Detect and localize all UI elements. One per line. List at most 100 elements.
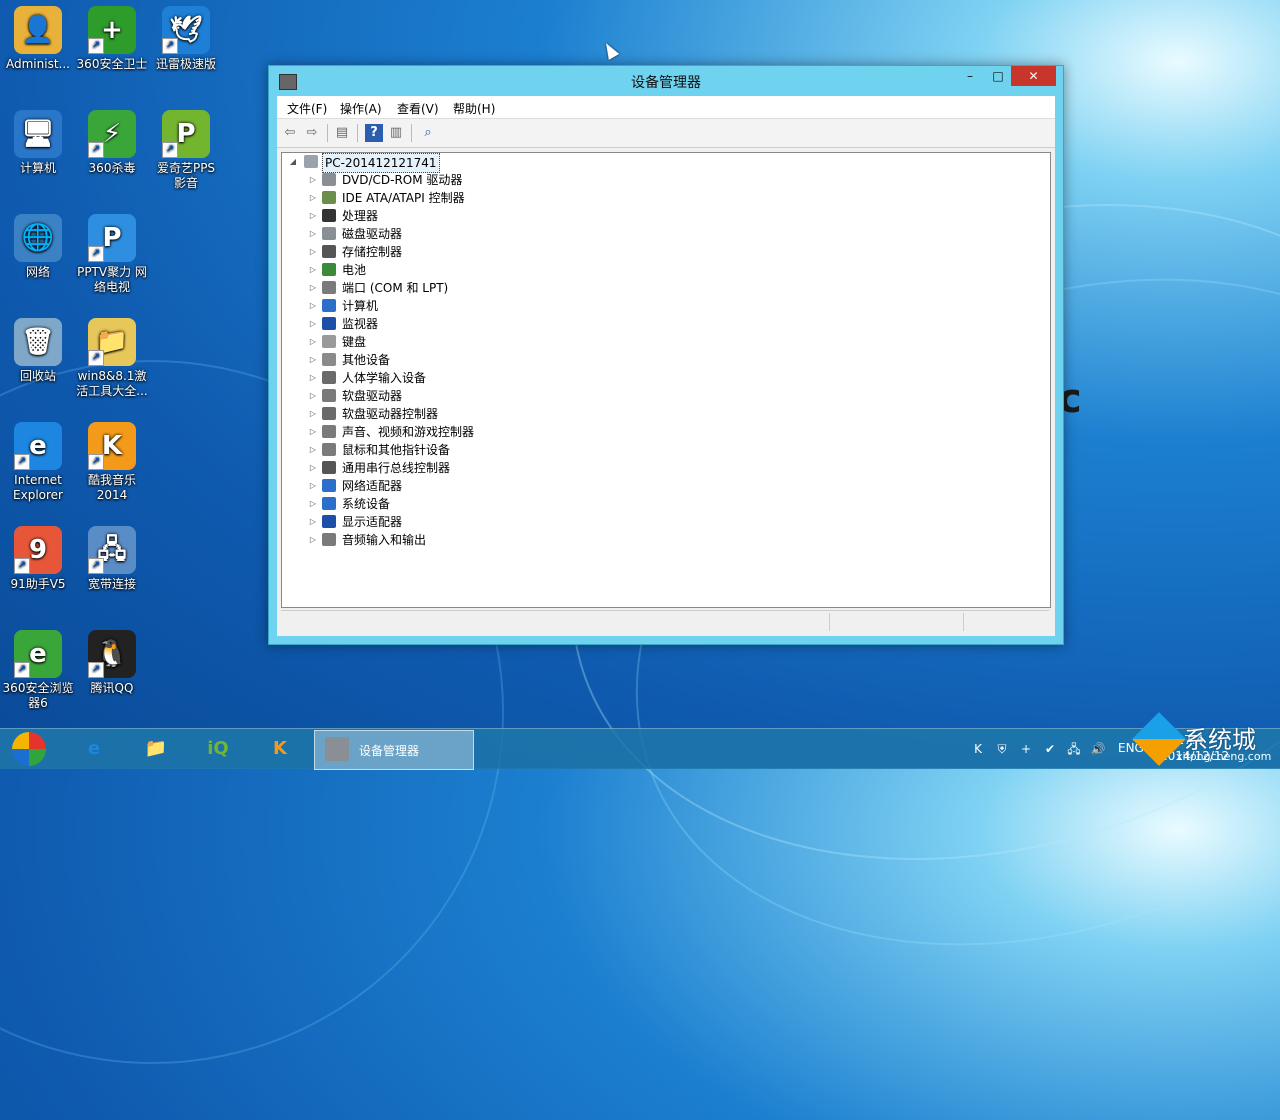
app-glyph-icon: 🌐 — [21, 222, 55, 253]
shortcut-arrow-icon: ↗ — [162, 142, 178, 158]
desktop-icon[interactable]: 🖧 ↗ 宽带连接 — [74, 526, 150, 592]
app-glyph-icon: + — [101, 14, 123, 45]
tree-root-label: PC-201412121741 — [322, 153, 440, 173]
expand-arrow-icon[interactable]: ▷ — [308, 225, 318, 243]
desktop-icon[interactable]: 🌐 网络 — [0, 214, 76, 280]
start-orb-icon[interactable] — [12, 732, 46, 766]
toolbar-separator — [327, 124, 328, 142]
storage-controller-icon — [322, 245, 336, 258]
kuwo-pin-icon[interactable]: K — [262, 733, 298, 765]
back-icon[interactable]: ⇦ — [281, 124, 299, 142]
desktop-app-icon: 🌐 — [14, 214, 62, 262]
ide-controller-icon — [322, 191, 336, 204]
menu-file[interactable]: 文件(F) — [287, 100, 327, 117]
desktop-icon[interactable]: 🐧 ↗ 腾讯QQ — [74, 630, 150, 696]
minimize-button[interactable]: – — [957, 66, 983, 86]
expand-arrow-icon[interactable]: ▷ — [308, 459, 318, 477]
desktop-icon-label: 酷我音乐 2014 — [87, 473, 136, 502]
desktop-icon[interactable]: 9 ↗ 91助手V5 — [0, 526, 76, 592]
expand-arrow-icon[interactable]: ▷ — [308, 351, 318, 369]
maximize-button[interactable]: □ — [985, 66, 1011, 86]
toolbar-separator — [357, 124, 358, 142]
device-category-label: 系统设备 — [342, 497, 391, 511]
expand-arrow-icon[interactable]: ▷ — [308, 297, 318, 315]
expand-arrow-icon[interactable]: ▷ — [308, 423, 318, 441]
expand-arrow-icon[interactable]: ▷ — [308, 261, 318, 279]
desktop-icon[interactable]: P ↗ PPTV聚力 网 络电视 — [74, 214, 150, 295]
desktop-icon[interactable]: P ↗ 爱奇艺PPS 影音 — [148, 110, 224, 191]
menu-help[interactable]: 帮助(H) — [453, 100, 495, 117]
desktop-app-icon: ⚡ ↗ — [88, 110, 136, 158]
desktop-icon-label: 360杀毒 — [88, 161, 136, 175]
expand-arrow-icon[interactable]: ▷ — [308, 441, 318, 459]
scan-hardware-icon[interactable]: ⌕ — [419, 124, 437, 142]
device-category-label: IDE ATA/ATAPI 控制器 — [342, 191, 465, 205]
app-glyph-icon: 9 — [28, 534, 48, 565]
desktop-app-icon: P ↗ — [162, 110, 210, 158]
device-category-label: 显示适配器 — [342, 515, 403, 529]
volume-tray-icon[interactable]: 🔊 — [1090, 741, 1106, 757]
desktop-icon[interactable]: 🗑 回收站 — [0, 318, 76, 384]
network-tray-icon[interactable]: 🖧 — [1066, 741, 1082, 757]
expand-arrow-icon[interactable]: ▷ — [308, 189, 318, 207]
desktop-icon[interactable]: 🖥 计算机 — [0, 110, 76, 176]
expand-arrow-icon[interactable]: ▷ — [308, 207, 318, 225]
expand-arrow-icon[interactable]: ▷ — [308, 333, 318, 351]
properties-grid-icon[interactable]: ▤ — [333, 124, 351, 142]
desktop-icon[interactable]: 🕊 ↗ 迅雷极速版 — [148, 6, 224, 72]
taskbar-device-manager[interactable]: 设备管理器 — [314, 730, 474, 770]
desktop-icon-label: PPTV聚力 网 络电视 — [77, 265, 147, 294]
watermark-url: xitongcheng.com — [1176, 750, 1272, 763]
title-bar[interactable]: 设备管理器 – □ ✕ — [269, 66, 1063, 96]
help-icon[interactable]: ? — [365, 124, 383, 142]
desktop-app-icon: 👤 — [14, 6, 62, 54]
expand-arrow-icon[interactable]: ▷ — [308, 387, 318, 405]
desktop-icon[interactable]: ⚡ ↗ 360杀毒 — [74, 110, 150, 176]
desktop-icon[interactable]: e ↗ Internet Explorer — [0, 422, 76, 503]
expand-arrow-icon[interactable]: ▷ — [308, 243, 318, 261]
forward-icon[interactable]: ⇨ — [303, 124, 321, 142]
expand-arrow-icon[interactable]: ▷ — [308, 405, 318, 423]
expand-arrow-icon[interactable]: ▷ — [308, 369, 318, 387]
device-category-label: 人体学输入设备 — [342, 371, 427, 385]
network-adapter-icon — [322, 479, 336, 492]
desktop-icon-label: 网络 — [25, 265, 50, 279]
expand-arrow-icon[interactable]: ▷ — [308, 171, 318, 189]
ie-pin-icon[interactable]: e — [76, 733, 112, 765]
device-category-label: 电池 — [342, 263, 367, 277]
menu-view[interactable]: 查看(V) — [397, 100, 439, 117]
window-title: 设备管理器 — [631, 75, 701, 91]
floppy-controller-icon — [322, 407, 336, 420]
360-tray-icon[interactable]: + — [1018, 741, 1034, 757]
view-pane-icon[interactable]: ▥ — [387, 124, 405, 142]
desktop-icon[interactable]: 📁 ↗ win8&8.1激 活工具大全... — [74, 318, 150, 399]
app-glyph-icon: 🕊 — [169, 14, 203, 45]
expand-arrow-icon[interactable]: ▷ — [308, 279, 318, 297]
desktop-icon-label: Administ... — [6, 57, 70, 71]
collapse-arrow-icon[interactable]: ◢ — [288, 153, 298, 171]
close-button[interactable]: ✕ — [1011, 66, 1056, 86]
device-category-label: 软盘驱动器控制器 — [342, 407, 439, 421]
expand-arrow-icon[interactable]: ▷ — [308, 477, 318, 495]
security-tray-icon[interactable]: ✔ — [1042, 741, 1058, 757]
shortcut-arrow-icon: ↗ — [88, 662, 104, 678]
expand-arrow-icon[interactable]: ▷ — [308, 531, 318, 549]
desktop-icon[interactable]: + ↗ 360安全卫士 — [74, 6, 150, 72]
device-category-label: 其他设备 — [342, 353, 391, 367]
expand-arrow-icon[interactable]: ▷ — [308, 513, 318, 531]
desktop-icon[interactable]: 👤 Administ... — [0, 6, 76, 72]
iqiyi-pin-icon[interactable]: iQ — [200, 733, 236, 765]
expand-arrow-icon[interactable]: ▷ — [308, 495, 318, 513]
sound-icon — [322, 425, 336, 438]
360-shield-tray-icon[interactable]: ⛨ — [994, 741, 1010, 757]
shortcut-arrow-icon: ↗ — [88, 454, 104, 470]
disk-drive-icon — [322, 227, 336, 240]
keyboard-icon — [322, 335, 336, 348]
mouse-pointer-icon — [600, 40, 620, 60]
menu-action[interactable]: 操作(A) — [340, 100, 382, 117]
desktop-icon[interactable]: K ↗ 酷我音乐 2014 — [74, 422, 150, 503]
desktop-icon[interactable]: e ↗ 360安全浏览 器6 — [0, 630, 76, 711]
expand-arrow-icon[interactable]: ▷ — [308, 315, 318, 333]
kuwo-tray-icon[interactable]: K — [970, 741, 986, 757]
explorer-pin-icon[interactable]: 📁 — [138, 733, 174, 765]
